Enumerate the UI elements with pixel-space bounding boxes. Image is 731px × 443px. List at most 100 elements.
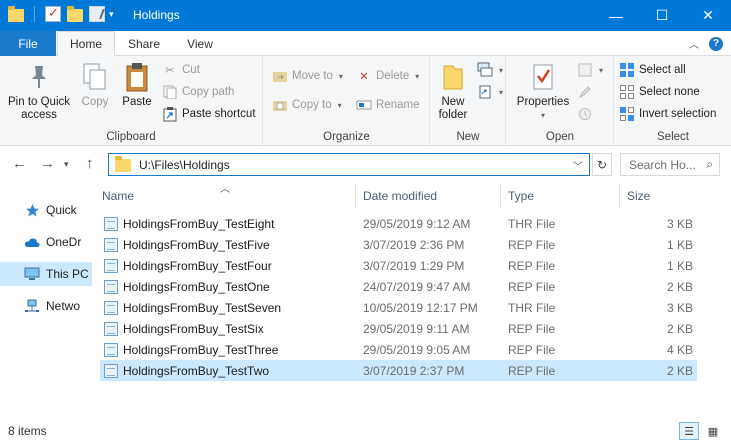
select-group-label: Select xyxy=(657,131,689,143)
new-folder-icon xyxy=(437,60,469,94)
paste-shortcut-button[interactable]: Paste shortcut xyxy=(162,104,256,124)
file-type: REP File xyxy=(508,237,556,252)
new-item-button[interactable]: ▾ xyxy=(477,60,503,80)
chevron-down-icon: ▾ xyxy=(499,87,504,97)
computer-icon xyxy=(24,266,40,282)
refresh-icon: ↻ xyxy=(596,157,608,172)
rename-quick-icon[interactable] xyxy=(89,6,105,22)
file-name-cell: HoldingsFromBuy_TestEight xyxy=(100,213,356,234)
column-header-size[interactable]: Size xyxy=(625,184,700,208)
invert-selection-button[interactable]: Invert selection xyxy=(619,104,716,124)
easy-access-button[interactable]: ▾ xyxy=(477,82,503,102)
recent-locations-chevron-icon[interactable]: ▾ xyxy=(64,159,69,170)
file-size: 2 KB xyxy=(666,321,693,336)
file-row[interactable]: HoldingsFromBuy_TestTwo 3/07/2019 2:37 P… xyxy=(100,360,697,381)
file-type: REP File xyxy=(508,342,556,357)
scissors-icon: ✂ xyxy=(165,65,175,77)
network-icon xyxy=(24,298,40,314)
large-icons-view-button[interactable]: ▦ xyxy=(703,422,723,440)
paste-button[interactable]: Paste xyxy=(118,60,156,109)
copy-button[interactable]: Copy xyxy=(76,60,114,109)
window-title: Holdings xyxy=(133,8,180,22)
move-to-label: Move to xyxy=(292,70,333,82)
select-all-button[interactable]: Select all xyxy=(619,60,686,80)
edit-icon xyxy=(577,84,593,100)
customize-toolbar-chevron-icon[interactable]: ▾ xyxy=(109,9,114,20)
rename-button[interactable]: Rename xyxy=(356,95,419,115)
new-folder-button[interactable]: New folder xyxy=(433,60,473,122)
chevron-down-icon: ▾ xyxy=(415,71,420,81)
copy-path-label: Copy path xyxy=(182,86,235,98)
nav-item-label: This PC xyxy=(46,267,89,281)
file-row[interactable]: HoldingsFromBuy_TestFive 3/07/2019 2:36 … xyxy=(100,234,697,255)
column-header-name[interactable]: Name xyxy=(100,184,356,208)
column-header-type[interactable]: Type xyxy=(506,184,620,208)
open-button[interactable]: ▾ xyxy=(577,60,603,80)
select-none-button[interactable]: Select none xyxy=(619,82,700,102)
file-size: 3 KB xyxy=(666,216,693,231)
delete-button[interactable]: ✕ Delete ▾ xyxy=(356,66,419,86)
file-row[interactable]: HoldingsFromBuy_TestEight 29/05/2019 9:1… xyxy=(100,213,697,234)
history-icon xyxy=(577,106,593,122)
edit-button[interactable] xyxy=(577,82,593,102)
search-icon: ⌕ xyxy=(706,157,713,171)
file-row[interactable]: HoldingsFromBuy_TestSeven 10/05/2019 12:… xyxy=(100,297,697,318)
address-path[interactable]: U:\Files\Holdings xyxy=(139,158,230,172)
tab-home[interactable]: Home xyxy=(57,31,115,57)
file-row[interactable]: HoldingsFromBuy_TestFour 3/07/2019 1:29 … xyxy=(100,255,697,276)
pin-to-quick-access-button[interactable]: Pin to Quick access xyxy=(4,60,74,122)
pin-label: Pin to Quick access xyxy=(8,96,70,121)
copy-path-button[interactable]: Copy path xyxy=(162,82,234,102)
file-row[interactable]: HoldingsFromBuy_TestThree 29/05/2019 9:0… xyxy=(100,339,697,360)
minimize-button[interactable]: — xyxy=(593,0,639,31)
file-type: THR File xyxy=(508,216,556,231)
search-box[interactable]: Search Ho... ⌕ xyxy=(620,153,720,176)
copy-to-icon xyxy=(272,97,288,113)
column-header-date[interactable]: Date modified xyxy=(361,184,501,208)
file-list: ︿ Name Date modified Type Size HoldingsF… xyxy=(92,180,717,420)
forward-arrow-icon[interactable]: → xyxy=(40,155,55,172)
back-arrow-icon[interactable]: ← xyxy=(12,155,27,172)
file-size: 1 KB xyxy=(666,237,693,252)
clipboard-group-label: Clipboard xyxy=(106,131,156,143)
tab-share[interactable]: Share xyxy=(118,31,170,56)
details-view-button[interactable]: ☰ xyxy=(679,422,699,440)
delete-x-icon: ✕ xyxy=(359,71,369,83)
move-to-button[interactable]: Move to ▾ xyxy=(272,66,343,86)
folder-icon xyxy=(115,156,131,172)
maximize-button[interactable]: ☐ xyxy=(639,0,685,31)
nav-item-this-pc[interactable]: This PC xyxy=(0,262,92,286)
close-button[interactable]: ✕ xyxy=(685,0,731,31)
invert-selection-label: Invert selection xyxy=(639,108,717,120)
tab-view[interactable]: View xyxy=(174,31,226,56)
help-icon[interactable]: ? xyxy=(709,36,723,51)
file-row[interactable]: HoldingsFromBuy_TestSix 29/05/2019 9:11 … xyxy=(100,318,697,339)
copy-to-button[interactable]: Copy to ▾ xyxy=(272,95,342,115)
nav-item-quick-access[interactable]: Quick xyxy=(0,198,92,222)
up-arrow-icon[interactable]: ↑ xyxy=(86,155,94,172)
file-name-cell: HoldingsFromBuy_TestSeven xyxy=(100,297,356,318)
move-to-icon xyxy=(272,68,288,84)
file-name-cell: HoldingsFromBuy_TestSix xyxy=(100,318,356,339)
address-bar[interactable]: U:\Files\Holdings ﹀ xyxy=(108,153,590,176)
file-row[interactable]: HoldingsFromBuy_TestOne 24/07/2019 9:47 … xyxy=(100,276,697,297)
refresh-button[interactable]: ↻ xyxy=(592,153,612,176)
file-name-cell: HoldingsFromBuy_TestThree xyxy=(100,339,356,360)
properties-button[interactable]: Properties ▾ xyxy=(513,60,573,122)
nav-item-label: OneDr xyxy=(46,235,82,249)
cut-button[interactable]: ✂ Cut xyxy=(162,60,200,80)
history-button[interactable] xyxy=(577,104,593,124)
chevron-up-icon[interactable]: ︿ xyxy=(689,36,699,51)
tab-file[interactable]: File xyxy=(0,31,56,56)
file-name: HoldingsFromBuy_TestSeven xyxy=(123,300,282,315)
nav-item-label: Quick xyxy=(46,203,77,217)
nav-item-network[interactable]: Netwo xyxy=(0,294,92,318)
ribbon: Pin to Quick access Copy Paste ✂ Cut Cop… xyxy=(0,56,731,146)
nav-item-onedrive[interactable]: OneDr xyxy=(0,230,92,254)
properties-quick-icon[interactable] xyxy=(45,5,61,22)
file-name-cell: HoldingsFromBuy_TestTwo xyxy=(100,360,356,381)
new-folder-quick-icon[interactable] xyxy=(67,6,83,22)
address-dropdown-chevron-icon[interactable]: ﹀ xyxy=(573,158,583,173)
clipboard-icon xyxy=(121,60,153,94)
chevron-down-icon: ▾ xyxy=(599,65,604,75)
